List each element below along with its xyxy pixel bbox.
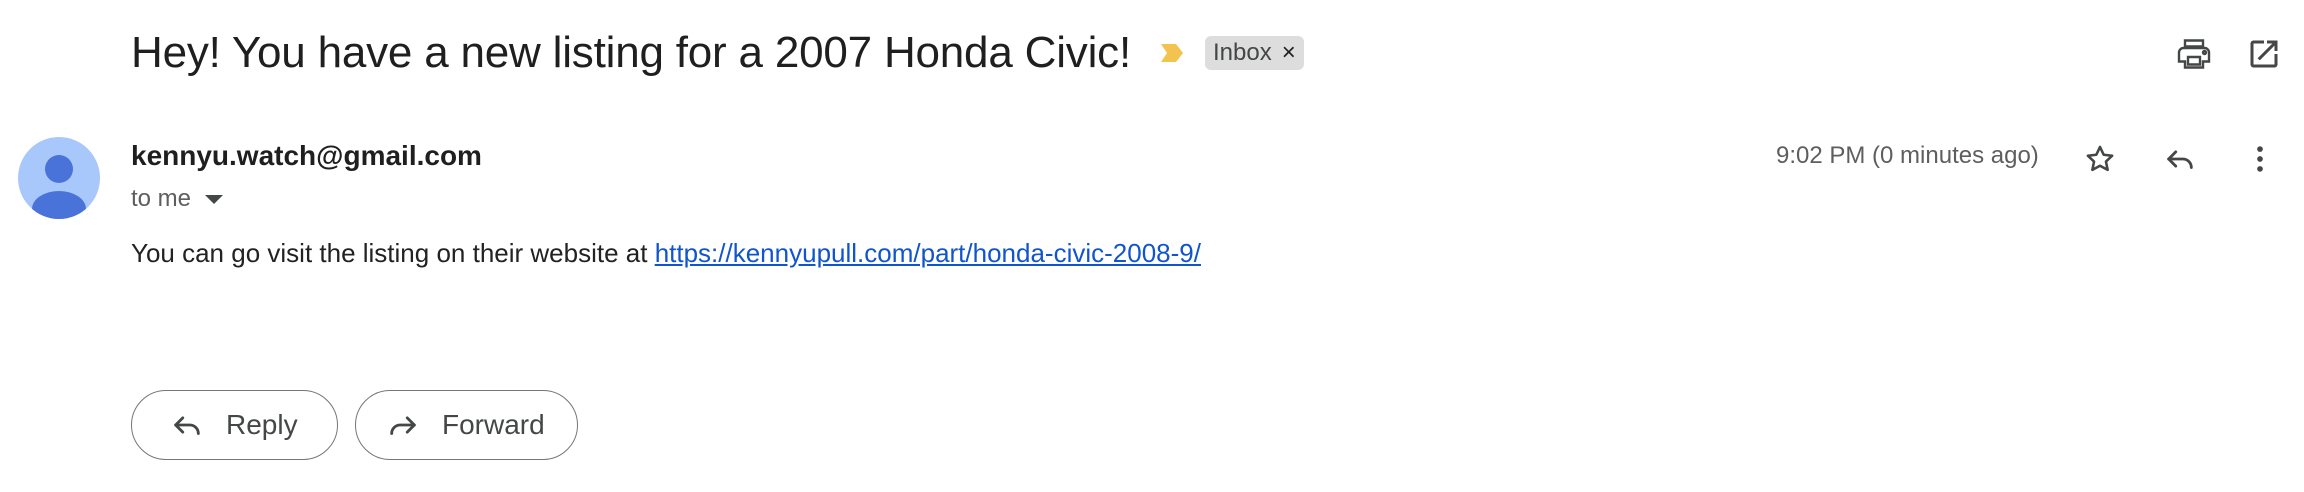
reply-button[interactable]: Reply — [131, 390, 338, 460]
body-text: You can go visit the listing on their we… — [131, 238, 655, 268]
email-view: Hey! You have a new listing for a 2007 H… — [0, 0, 2304, 492]
label-remove-icon[interactable]: × — [1282, 41, 1296, 65]
reply-button-label: Reply — [226, 409, 298, 440]
label-chip-inbox: Inbox × — [1204, 36, 1304, 70]
sender-email[interactable]: kennyu.watch@gmail.com — [131, 140, 482, 172]
forward-button-label: Forward — [442, 409, 545, 440]
reply-icon — [170, 408, 204, 442]
forward-button[interactable]: Forward — [355, 390, 578, 460]
email-subject: Hey! You have a new listing for a 2007 H… — [131, 28, 1131, 77]
recipient-details[interactable]: to me — [131, 185, 224, 213]
sender-avatar[interactable] — [18, 137, 100, 219]
star-button[interactable] — [2076, 135, 2124, 183]
more-vertical-icon — [2257, 146, 2263, 172]
label-chip-text: Inbox — [1212, 39, 1272, 66]
email-timestamp: 9:02 PM (0 minutes ago) — [1776, 142, 2039, 169]
open-in-new-window-icon — [2250, 40, 2278, 68]
print-button[interactable] — [2170, 30, 2218, 78]
reply-icon-button[interactable] — [2156, 135, 2204, 183]
default-avatar-icon — [32, 155, 86, 219]
reply-icon — [2167, 150, 2193, 169]
importance-marker-icon[interactable] — [1159, 40, 1185, 66]
recipient-text: to me — [131, 185, 192, 212]
listing-link[interactable]: https://kennyupull.com/part/honda-civic-… — [655, 238, 1201, 268]
forward-icon — [386, 408, 420, 442]
more-options-button[interactable] — [2236, 135, 2284, 183]
subject-row: Hey! You have a new listing for a 2007 H… — [131, 20, 1304, 86]
chevron-down-icon[interactable] — [205, 194, 224, 204]
star-icon — [2086, 145, 2114, 172]
email-body: You can go visit the listing on their we… — [131, 238, 1201, 269]
print-icon — [2177, 39, 2211, 69]
open-in-new-window-button[interactable] — [2240, 30, 2288, 78]
